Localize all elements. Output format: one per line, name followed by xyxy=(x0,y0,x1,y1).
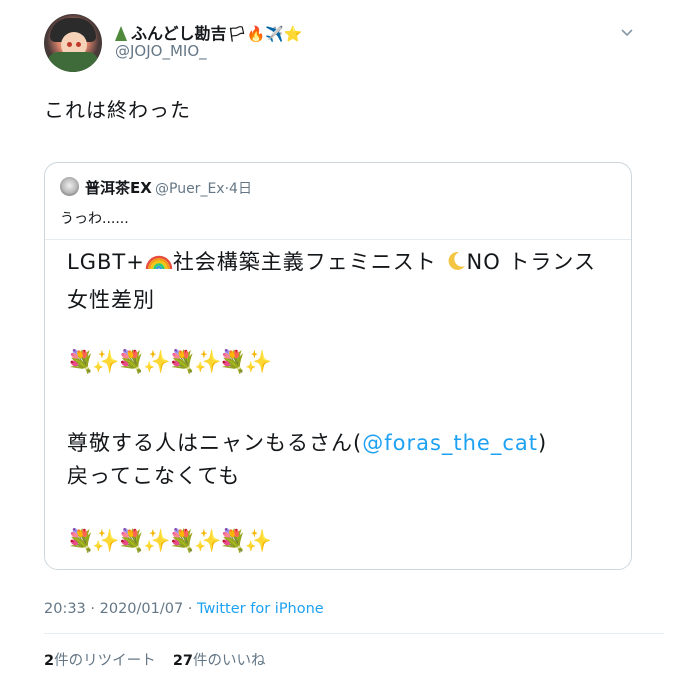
tree-icon xyxy=(115,26,127,41)
likes-stat[interactable]: 27件のいいね xyxy=(173,653,266,669)
media-line-1-middle: 社会構築主義フェミニスト xyxy=(172,250,437,274)
quoted-author-name: 普洱茶EX xyxy=(85,179,152,197)
divider xyxy=(44,633,664,634)
tweet-date: 2020/01/07 xyxy=(99,601,184,617)
author-handle[interactable]: @JOJO_MIO_ xyxy=(115,42,207,60)
retweets-count: 2 xyxy=(44,653,55,669)
likes-label: 件のいいね xyxy=(193,653,266,669)
bouquet-sparkles-icons: 💐✨💐✨💐✨💐✨ xyxy=(67,529,272,554)
tweet-timestamp: 20:33 · 2020/01/07 · Twitter for iPhone xyxy=(44,601,324,617)
tweet-time: 20:33 xyxy=(44,601,86,617)
author-avatar[interactable] xyxy=(44,14,102,72)
retweets-label: 件のリツイート xyxy=(54,653,156,669)
quoted-tweet-text: うっわ...... xyxy=(60,211,129,227)
tweet-source-link[interactable]: Twitter for iPhone xyxy=(197,601,324,617)
chevron-down-icon[interactable] xyxy=(620,26,634,40)
retweets-stat[interactable]: 2件のリツイート xyxy=(44,653,156,669)
quoted-tweet-card[interactable]: 普洱茶EX @Puer_Ex·4日 うっわ...... LGBT+ 社会構築主義… xyxy=(44,162,632,570)
author-display-name[interactable]: ふんどし勘吉🏳🔥✈️⭐ xyxy=(115,20,303,44)
quoted-meta: @Puer_Ex·4日 xyxy=(155,178,252,198)
name-emoji-icons: 🏳🔥✈️⭐ xyxy=(227,25,303,43)
avatar-leaves xyxy=(48,52,98,72)
crescent-moon-icon xyxy=(448,251,465,270)
bouquet-sparkles-icons: 💐✨💐✨💐✨💐✨ xyxy=(67,350,272,375)
media-line-2: 女性差別 xyxy=(67,288,155,312)
meta-separator: · xyxy=(90,601,96,617)
media-line-1-suffix: NO トランス xyxy=(466,250,596,274)
avatar-eye xyxy=(76,42,81,47)
media-mention-link: @foras_the_cat xyxy=(362,431,538,455)
quoted-author-handle: @Puer_Ex xyxy=(155,181,225,197)
media-line-3: 尊敬する人はニャンもるさん(@foras_the_cat) xyxy=(67,427,547,457)
media-line-1-prefix: LGBT+ xyxy=(67,250,145,274)
quoted-media-image[interactable]: LGBT+ 社会構築主義フェミニスト NO トランス 女性差別 💐✨💐✨💐✨💐✨… xyxy=(45,239,631,569)
avatar-eye xyxy=(67,42,72,47)
media-line-3-prefix: 尊敬する人はニャンもるさん( xyxy=(67,431,363,455)
likes-count: 27 xyxy=(172,653,193,669)
tweet-stats: 2件のリツイート 27件のいいね xyxy=(44,649,266,670)
rainbow-icon xyxy=(145,255,173,270)
media-line-3-suffix: ) xyxy=(538,431,548,455)
media-line-4: 戻ってこなくても xyxy=(67,464,241,488)
media-line-1: LGBT+ 社会構築主義フェミニスト NO トランス xyxy=(67,246,596,276)
quoted-tweet-age: 4日 xyxy=(229,181,252,197)
tweet-text: これは終わった xyxy=(44,98,191,122)
author-name-text: ふんどし勘吉 xyxy=(131,24,227,43)
meta-separator: · xyxy=(187,601,193,617)
quoted-author-avatar xyxy=(60,177,79,196)
